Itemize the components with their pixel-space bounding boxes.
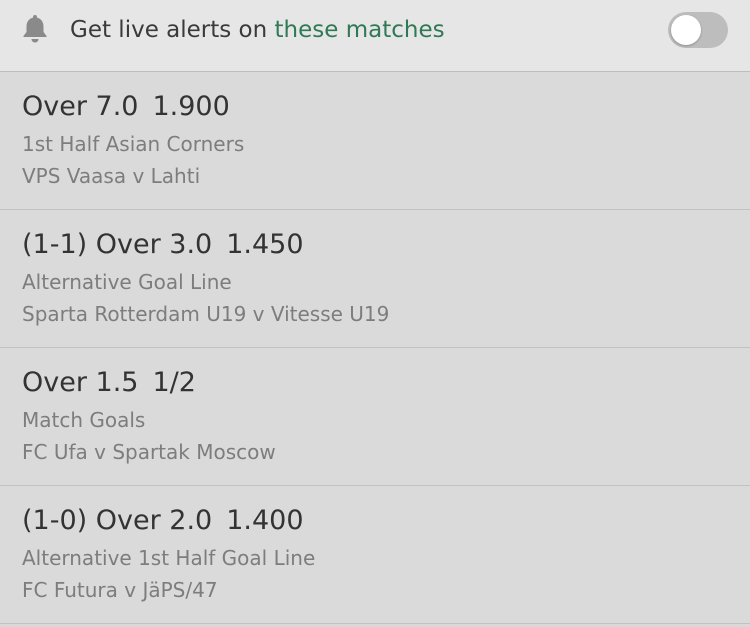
selection-name: Over 7.0 xyxy=(22,91,139,122)
bet-event: FC Futura v JäPS/47 xyxy=(22,578,218,602)
bet-market: Alternative Goal Line xyxy=(22,270,232,294)
live-alerts-bar: Get live alerts on these matches xyxy=(0,0,750,72)
bet-selection: Over 7.0 1.900 xyxy=(22,90,230,124)
these-matches-link[interactable]: these matches xyxy=(275,17,445,43)
bet-row[interactable]: Over 1.5 1/2 Match Goals FC Ufa v Spartak… xyxy=(0,348,750,486)
bet-selection: (1-0) Over 2.0 1.400 xyxy=(22,504,304,538)
bet-market: Alternative 1st Half Goal Line xyxy=(22,546,316,570)
bet-event: FC Ufa v Spartak Moscow xyxy=(22,440,276,464)
selection-name: (1-0) Over 2.0 xyxy=(22,505,213,536)
bet-market: 1st Half Asian Corners xyxy=(22,132,245,156)
toggle-knob xyxy=(671,15,701,45)
bet-row[interactable]: Over 7.0 1.900 1st Half Asian Corners VPS… xyxy=(0,72,750,210)
bet-selection: Over 1.5 1/2 xyxy=(22,366,196,400)
bet-market: Match Goals xyxy=(22,408,146,432)
live-alerts-label: Get live alerts on these matches xyxy=(70,14,445,46)
bet-row[interactable]: (1-0) Over 2.0 1.400 Alternative 1st Half… xyxy=(0,486,750,624)
selection-name: Over 1.5 xyxy=(22,367,139,398)
bell-icon xyxy=(20,12,50,44)
live-alerts-label-prefix: Get live alerts on xyxy=(70,17,275,43)
selection-name: (1-1) Over 3.0 xyxy=(22,229,213,260)
selection-odds: 1.400 xyxy=(226,505,304,536)
bet-event: VPS Vaasa v Lahti xyxy=(22,164,201,188)
bet-event: Sparta Rotterdam U19 v Vitesse U19 xyxy=(22,302,390,326)
live-alerts-toggle[interactable] xyxy=(668,12,728,48)
bet-row[interactable]: (1-1) Over 3.0 1.450 Alternative Goal Lin… xyxy=(0,210,750,348)
bet-selection: (1-1) Over 3.0 1.450 xyxy=(22,228,304,262)
selection-odds: 1/2 xyxy=(152,367,196,398)
selection-odds: 1.900 xyxy=(152,91,230,122)
selection-odds: 1.450 xyxy=(226,229,304,260)
